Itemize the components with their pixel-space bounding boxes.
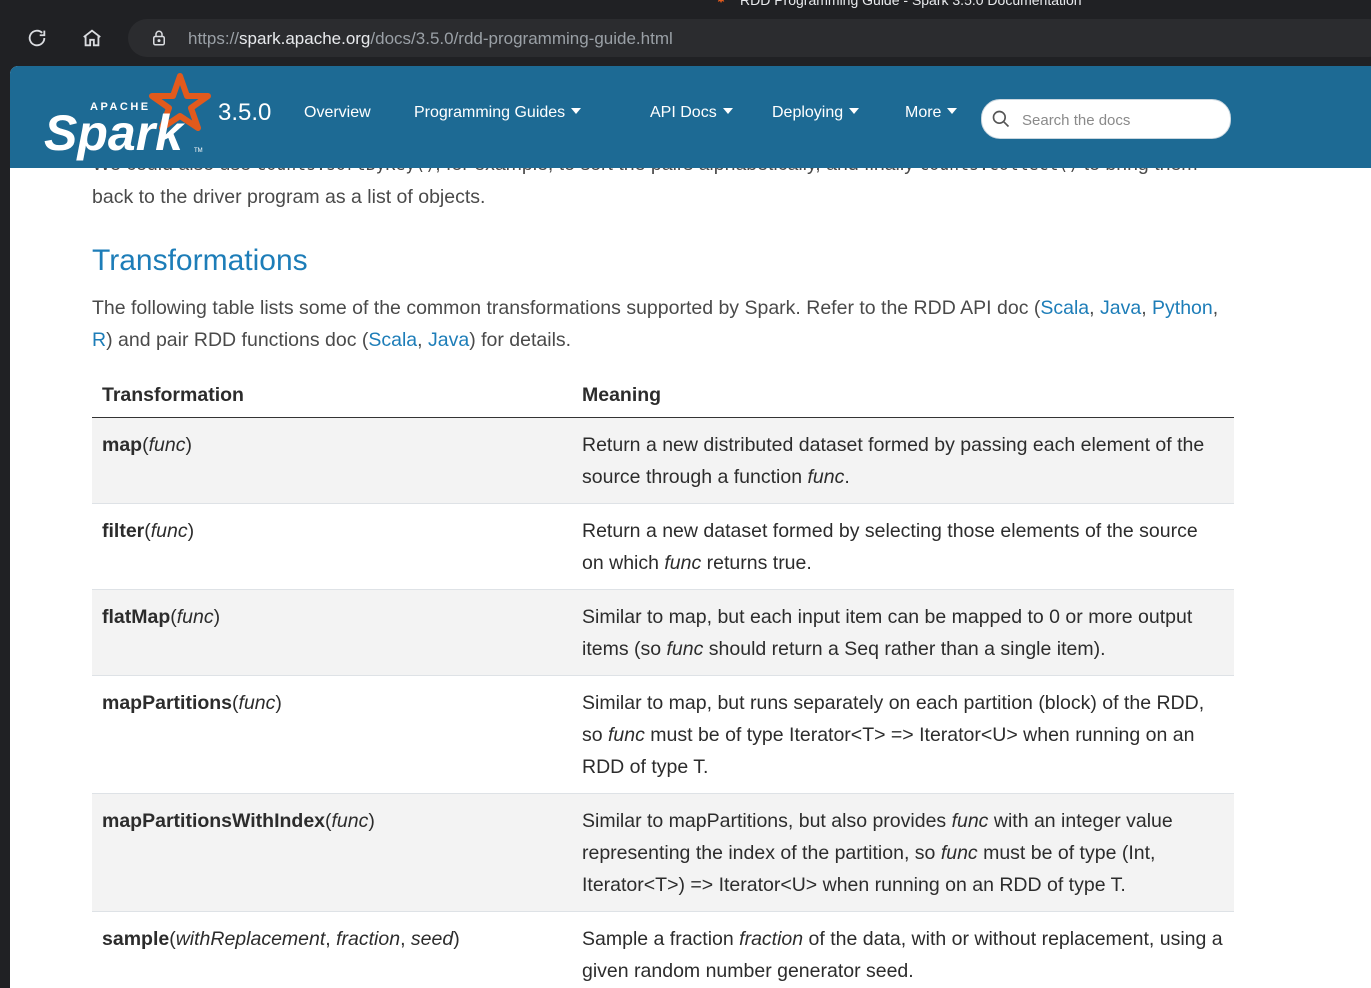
transformation-args: (func) — [144, 520, 195, 542]
table-row: sample(withReplacement, fraction, seed) S… — [92, 911, 1234, 988]
lock-icon[interactable] — [150, 29, 168, 52]
transformation-cell: map(func) — [92, 417, 572, 504]
table-body: map(func) Return a new distributed datase… — [92, 417, 1234, 988]
chevron-down-icon — [571, 107, 582, 114]
link-rdd-java[interactable]: Java — [1100, 297, 1141, 319]
meaning-cell: Similar to map, but runs separately on e… — [572, 675, 1234, 794]
transformation-name: sample — [102, 928, 170, 950]
transformation-cell: sample(withReplacement, fraction, seed) — [92, 911, 572, 988]
transformation-args: (func) — [232, 692, 282, 714]
nav-more[interactable]: More — [905, 104, 958, 122]
transformation-args: (withReplacement, fraction, seed) — [169, 928, 460, 950]
transformation-name: mapPartitionsWithIndex — [102, 810, 326, 832]
logo-tm-text: TM — [194, 148, 203, 154]
transformation-args: (func) — [142, 434, 192, 456]
logo-spark-text: Spark — [44, 105, 185, 161]
link-rdd-scala[interactable]: Scala — [1040, 297, 1089, 319]
chevron-down-icon — [722, 107, 733, 114]
transformation-args: (func) — [325, 810, 375, 832]
meaning-cell: Return a new dataset formed by selecting… — [572, 503, 1234, 590]
meaning-cell: Similar to mapPartitions, but also provi… — [572, 793, 1234, 912]
table-row: filter(func) Return a new dataset formed … — [92, 503, 1234, 590]
version-label[interactable]: 3.5.0 — [218, 99, 271, 127]
table-row: map(func) Return a new distributed datase… — [92, 417, 1234, 504]
reload-icon[interactable] — [21, 22, 53, 54]
link-rdd-python[interactable]: Python — [1152, 297, 1213, 319]
transformation-cell: flatMap(func) — [92, 589, 572, 676]
home-icon[interactable] — [76, 22, 108, 54]
transformation-name: map — [102, 434, 143, 456]
browser-toolbar: https://spark.apache.org/docs/3.5.0/rdd-… — [0, 10, 1371, 66]
transformation-cell: mapPartitions(func) — [92, 675, 572, 794]
table-row: mapPartitionsWithIndex(func) Similar to m… — [92, 793, 1234, 912]
table-header-row: Transformation Meaning — [92, 373, 1234, 418]
site-navbar: APACHE Spark TM 3.5.0 Overview Programmi… — [10, 66, 1371, 168]
transformation-args: (func) — [170, 606, 221, 628]
transformation-cell: mapPartitionsWithIndex(func) — [92, 793, 572, 912]
nav-deploying[interactable]: Deploying — [772, 104, 860, 122]
link-pair-scala[interactable]: Scala — [368, 329, 417, 351]
url-text[interactable]: https://spark.apache.org/docs/3.5.0/rdd-… — [188, 29, 673, 49]
table-row: flatMap(func) Similar to map, but each in… — [92, 589, 1234, 676]
meaning-cell: Return a new distributed dataset formed … — [572, 417, 1234, 504]
meaning-cell: Similar to map, but each input item can … — [572, 589, 1234, 676]
nav-api-docs[interactable]: API Docs — [650, 104, 733, 122]
transformation-name: mapPartitions — [102, 692, 233, 714]
transformation-name: flatMap — [102, 606, 171, 628]
column-header-meaning: Meaning — [572, 373, 1234, 418]
spark-logo[interactable]: APACHE Spark TM — [40, 72, 215, 164]
link-rdd-r[interactable]: R — [92, 329, 106, 351]
transformations-table: Transformation Meaning map(func) Return a… — [92, 373, 1234, 988]
tab-strip: ✸ RDD Programming Guide - Spark 3.5.0 Do… — [0, 0, 1371, 10]
search-icon — [991, 109, 1011, 134]
search-input[interactable] — [1020, 107, 1224, 133]
transformation-name: filter — [102, 520, 145, 542]
meaning-cell: Sample a fraction fraction of the data, … — [572, 911, 1234, 988]
nav-overview[interactable]: Overview — [304, 104, 371, 122]
section-heading-transformations: Transformations — [92, 244, 308, 277]
nav-programming-guides[interactable]: Programming Guides — [414, 104, 582, 122]
url-host: spark.apache.org — [239, 29, 371, 48]
link-pair-java[interactable]: Java — [428, 329, 469, 351]
tab-title[interactable]: RDD Programming Guide - Spark 3.5.0 Docu… — [740, 0, 1082, 8]
chevron-down-icon — [849, 107, 860, 114]
transformation-cell: filter(func) — [92, 503, 572, 590]
column-header-transformation: Transformation — [92, 373, 572, 418]
url-scheme: https:// — [188, 29, 240, 48]
spark-favicon-icon: ✸ — [716, 0, 726, 5]
chevron-down-icon — [947, 107, 958, 114]
lead-paragraph: The following table lists some of the co… — [92, 297, 1219, 351]
address-bar[interactable]: https://spark.apache.org/docs/3.5.0/rdd-… — [128, 19, 1371, 57]
page-viewport: We could also use counts.sortByKey(), fo… — [10, 66, 1371, 988]
docs-search-box[interactable] — [981, 99, 1231, 139]
url-path: /docs/3.5.0/rdd-programming-guide.html — [370, 29, 673, 48]
table-row: mapPartitions(func) Similar to map, but r… — [92, 675, 1234, 794]
